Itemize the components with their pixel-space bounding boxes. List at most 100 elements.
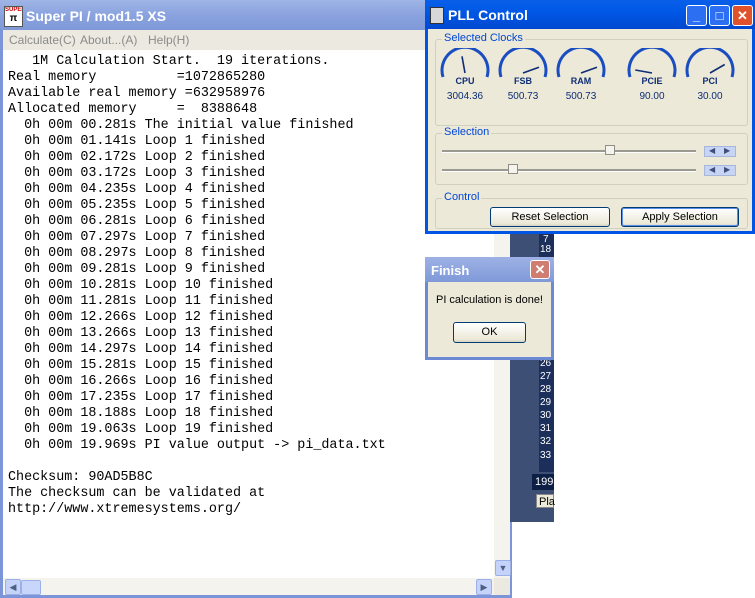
- log-line: Available real memory =632958976: [8, 86, 266, 101]
- finish-title-bar[interactable]: Finish ✕: [425, 257, 554, 282]
- gauge-fsb: FSB 500.73: [496, 48, 550, 102]
- log-line: 0h 00m 11.281s Loop 11 finished: [8, 294, 274, 309]
- slider-1-spin-buttons[interactable]: ◀ ▶: [704, 146, 736, 157]
- arrow-right-icon[interactable]: ▶: [724, 146, 730, 155]
- pll-control-window: PLL Control _ □ ✕ Selected Clocks CPU 300…: [425, 0, 755, 234]
- background-app-button[interactable]: Pla: [536, 494, 555, 508]
- ok-button[interactable]: OK: [453, 322, 526, 343]
- menu-help[interactable]: Help(H): [148, 33, 189, 47]
- log-line: 0h 00m 03.172s Loop 3 finished: [8, 166, 266, 181]
- gauge-value: 500.73: [507, 91, 539, 102]
- log-line: Checksum: 90AD5B8C: [8, 470, 153, 485]
- log-line: 0h 00m 17.235s Loop 17 finished: [8, 390, 274, 405]
- scroll-right-icon[interactable]: ▶: [476, 579, 492, 595]
- log-line: 0h 00m 05.235s Loop 5 finished: [8, 198, 266, 213]
- list-item: 29: [540, 397, 552, 408]
- selection-label: Selection: [442, 126, 492, 138]
- menu-about[interactable]: About...(A): [80, 33, 137, 47]
- slider-track-2: [442, 169, 696, 172]
- finish-dialog-title: Finish: [431, 263, 470, 278]
- minimize-icon[interactable]: _: [686, 5, 707, 26]
- log-line: The checksum can be validated at: [8, 486, 266, 501]
- gauge-dial-icon: [556, 48, 606, 78]
- arrow-right-icon[interactable]: ▶: [724, 165, 730, 174]
- gauge-ram: RAM 500.73: [554, 48, 608, 102]
- reset-selection-button[interactable]: Reset Selection: [490, 207, 610, 227]
- pll-body: Selected Clocks CPU 3004.36 FSB 500.73 RAM 50…: [428, 29, 752, 231]
- log-line: 0h 00m 16.266s Loop 16 finished: [8, 374, 274, 389]
- log-line: 0h 00m 10.281s Loop 10 finished: [8, 278, 274, 293]
- arrow-left-icon[interactable]: ◀: [709, 165, 715, 174]
- list-item: 27: [540, 371, 552, 382]
- gauge-cpu: CPU 3004.36: [438, 48, 492, 102]
- calculation-log-text: 1M Calculation Start. 19 iterations. Real…: [3, 50, 494, 518]
- log-line: 0h 00m 07.297s Loop 7 finished: [8, 230, 266, 245]
- gauge-dial-icon: [685, 48, 735, 78]
- maximize-icon[interactable]: □: [709, 5, 730, 26]
- log-line: 0h 00m 01.141s Loop 1 finished: [8, 134, 266, 149]
- list-item: 33: [540, 450, 552, 461]
- gauge-label: PCI: [702, 76, 718, 86]
- control-group: Control Reset Selection Apply Selection: [435, 191, 748, 229]
- scroll-left-icon[interactable]: ◀: [5, 579, 21, 595]
- finish-dialog-body: PI calculation is done! OK: [428, 282, 551, 357]
- log-line: 1M Calculation Start. 19 iterations.: [8, 54, 330, 69]
- log-line: 0h 00m 09.281s Loop 9 finished: [8, 262, 266, 277]
- finish-dialog: Finish ✕ PI calculation is done! OK: [425, 257, 554, 360]
- superpi-app-icon: SUPER π: [4, 6, 23, 27]
- log-line: 0h 00m 14.297s Loop 14 finished: [8, 342, 274, 357]
- selection-group: Selection ◀ ▶ ◀ ▶: [435, 126, 748, 185]
- selected-clocks-label: Selected Clocks: [442, 32, 525, 44]
- log-line: 0h 00m 12.266s Loop 12 finished: [8, 310, 274, 325]
- log-line: Allocated memory = 8388648: [8, 102, 258, 117]
- log-line: 0h 00m 19.063s Loop 19 finished: [8, 422, 274, 437]
- list-item: 32: [540, 436, 552, 447]
- calculation-log-area[interactable]: 1M Calculation Start. 19 iterations. Real…: [3, 50, 494, 578]
- horizontal-scroll-thumb[interactable]: [21, 580, 41, 595]
- list-item: 31: [540, 423, 552, 434]
- gauge-dial-icon: [440, 48, 490, 78]
- log-line: Real memory =1072865280: [8, 70, 266, 85]
- log-line: 0h 00m 19.969s PI value output -> pi_dat…: [8, 438, 386, 453]
- log-line: 0h 00m 06.281s Loop 6 finished: [8, 214, 266, 229]
- pll-app-icon: [430, 7, 444, 24]
- finish-message: PI calculation is done!: [435, 294, 543, 306]
- slider-2-spin-buttons[interactable]: ◀ ▶: [704, 165, 736, 176]
- list-item: 28: [540, 384, 552, 395]
- gauge-pcie: PCIE 90.00: [625, 48, 679, 102]
- gauge-value: 500.73: [565, 91, 597, 102]
- apply-selection-button[interactable]: Apply Selection: [621, 207, 739, 227]
- close-icon[interactable]: ✕: [530, 260, 550, 279]
- gauge-value: 90.00: [639, 91, 665, 102]
- arrow-left-icon[interactable]: ◀: [709, 146, 715, 155]
- log-line: 0h 00m 13.266s Loop 13 finished: [8, 326, 274, 341]
- pi-glyph-icon: π: [9, 13, 18, 24]
- scroll-down-icon[interactable]: ▼: [495, 560, 511, 576]
- gauge-value: 30.00: [697, 91, 723, 102]
- control-label: Control: [442, 191, 482, 203]
- gauge-label: PCIE: [641, 76, 663, 86]
- pll-window-title: PLL Control: [448, 7, 528, 23]
- log-line: http://www.xtremesystems.org/: [8, 502, 242, 517]
- gauge-label: RAM: [570, 76, 592, 86]
- log-line: 0h 00m 00.281s The initial value finishe…: [8, 118, 354, 133]
- log-line: 0h 00m 04.235s Loop 4 finished: [8, 182, 266, 197]
- log-line: 0h 00m 15.281s Loop 15 finished: [8, 358, 274, 373]
- log-line: 0h 00m 02.172s Loop 2 finished: [8, 150, 266, 165]
- gauge-value: 3004.36: [446, 91, 484, 102]
- list-item: 18: [540, 244, 552, 255]
- resize-grip-icon[interactable]: [494, 578, 510, 595]
- gauge-label: CPU: [455, 76, 475, 86]
- background-app-field: 199: [532, 474, 554, 490]
- menu-calculate[interactable]: Calculate(C): [9, 33, 76, 47]
- slider-2-thumb[interactable]: [508, 164, 519, 174]
- pll-title-bar[interactable]: PLL Control _ □ ✕: [425, 0, 755, 29]
- log-line: 0h 00m 08.297s Loop 8 finished: [8, 246, 266, 261]
- slider-1-thumb[interactable]: [604, 145, 615, 155]
- log-line: 0h 00m 18.188s Loop 18 finished: [8, 406, 274, 421]
- gauge-dial-icon: [498, 48, 548, 78]
- horizontal-scrollbar[interactable]: ◀ ▶: [3, 578, 494, 595]
- gauge-label: FSB: [514, 76, 532, 86]
- close-icon[interactable]: ✕: [732, 5, 753, 26]
